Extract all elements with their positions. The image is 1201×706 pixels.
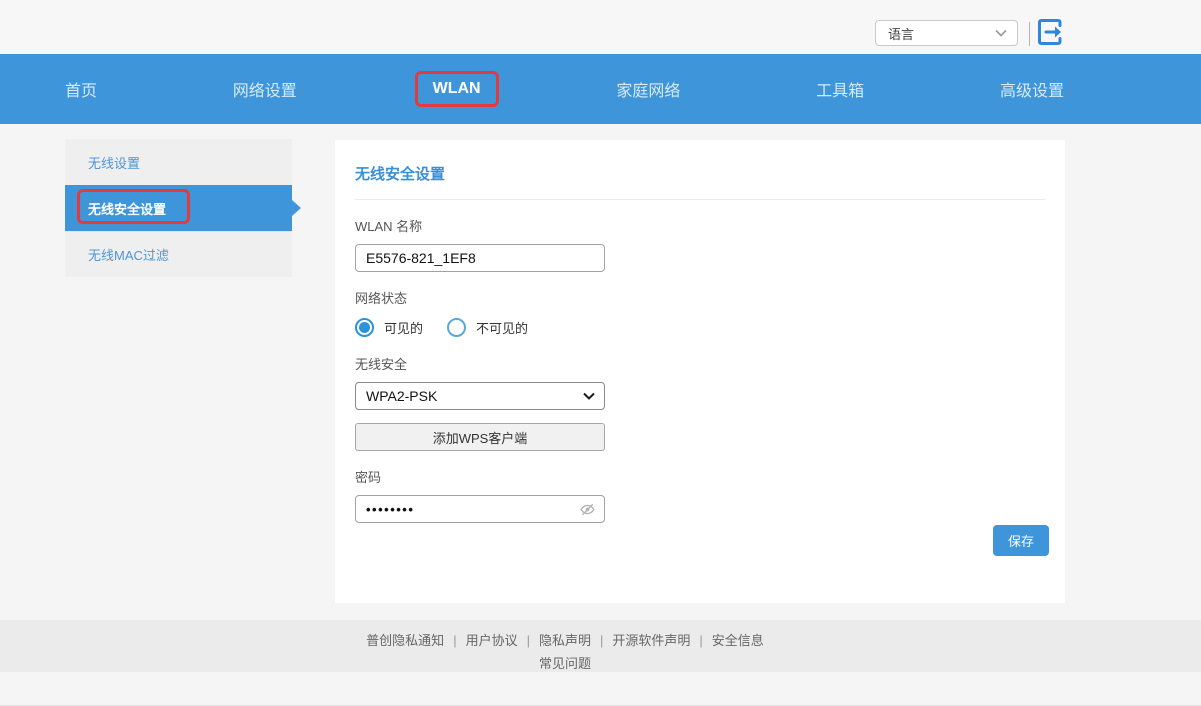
password-label: 密码 (355, 467, 1045, 486)
sidebar-item-label: 无线安全设置 (88, 199, 166, 218)
topbar-divider (1029, 22, 1030, 46)
page-title: 无线安全设置 (355, 163, 1045, 184)
add-wps-client-button[interactable]: 添加WPS客户端 (355, 423, 605, 451)
footer-links: 普创隐私通知 | 用户协议 | 隐私声明 | 开源软件声明 | 安全信息 常见问题 (0, 620, 1130, 672)
language-dropdown-label: 语言 (888, 24, 914, 43)
footer: 普创隐私通知 | 用户协议 | 隐私声明 | 开源软件声明 | 安全信息 常见问题 (0, 620, 1201, 672)
radio-unselected-icon (447, 318, 466, 337)
wireless-security-label: 无线安全 (355, 354, 1045, 373)
footer-separator: | (600, 633, 603, 648)
radio-option-invisible[interactable]: 不可见的 (447, 318, 528, 337)
logout-button[interactable] (1035, 17, 1065, 47)
eye-off-icon[interactable] (579, 501, 596, 518)
footer-separator: | (699, 633, 702, 648)
security-mode-select[interactable]: WPA2-PSK (355, 382, 605, 410)
nav-item-advanced-settings[interactable]: 高级设置 (1000, 77, 1064, 101)
main-nav: 首页 网络设置 WLAN 家庭网络 工具箱 高级设置 (0, 54, 1201, 124)
radio-selected-icon (355, 318, 374, 337)
security-mode-value: WPA2-PSK (366, 388, 437, 404)
wlan-name-input[interactable] (355, 244, 605, 272)
sidebar-item-wireless-settings[interactable]: 无线设置 (65, 139, 292, 185)
footer-link-security-info[interactable]: 安全信息 (712, 633, 764, 648)
radio-option-visible[interactable]: 可见的 (355, 318, 423, 337)
sidebar-item-label: 无线设置 (88, 153, 140, 172)
password-input[interactable]: •••••••• (355, 495, 605, 523)
nav-item-home[interactable]: 首页 (65, 77, 97, 101)
chevron-down-icon (995, 29, 1007, 37)
password-masked-value: •••••••• (366, 502, 414, 517)
footer-link-user-agreement[interactable]: 用户协议 (466, 633, 518, 648)
footer-link-faq[interactable]: 常见问题 (539, 656, 591, 671)
language-dropdown[interactable]: 语言 (875, 20, 1018, 46)
chevron-down-icon (583, 392, 595, 400)
wlan-name-label: WLAN 名称 (355, 216, 1045, 235)
nav-item-home-network[interactable]: 家庭网络 (616, 77, 680, 101)
footer-line2: 常见问题 (0, 653, 1130, 672)
footer-separator: | (453, 633, 456, 648)
sidebar-item-label: 无线MAC过滤 (88, 245, 169, 264)
sidebar-item-wireless-security[interactable]: 无线安全设置 (65, 185, 292, 231)
footer-link-open-source[interactable]: 开源软件声明 (612, 633, 690, 648)
title-divider (355, 199, 1045, 200)
nav-item-wlan-label: WLAN (433, 80, 481, 97)
logout-icon (1035, 17, 1065, 47)
nav-item-wlan[interactable]: WLAN (433, 80, 481, 98)
footer-link-privacy-statement[interactable]: 隐私声明 (539, 633, 591, 648)
topbar: 语言 (0, 0, 1201, 54)
footer-separator: | (527, 633, 530, 648)
footer-link-privacy-notice[interactable]: 普创隐私通知 (366, 633, 444, 648)
radio-invisible-label: 不可见的 (476, 318, 528, 337)
selected-item-arrow (292, 200, 301, 216)
network-status-label: 网络状态 (355, 288, 1045, 307)
sidebar-item-mac-filter[interactable]: 无线MAC过滤 (65, 231, 292, 277)
router-admin-page: 语言 首页 网络设置 WLAN 家庭网络 工具箱 高级设置 (0, 0, 1201, 706)
footer-line1: 普创隐私通知 | 用户协议 | 隐私声明 | 开源软件声明 | 安全信息 (0, 630, 1130, 649)
sidebar: 无线设置 无线安全设置 无线MAC过滤 (65, 139, 292, 277)
nav-item-network-settings[interactable]: 网络设置 (233, 77, 297, 101)
content-panel: 无线安全设置 WLAN 名称 网络状态 可见的 不可见的 无线安全 WPA2-P… (335, 140, 1065, 603)
network-status-radio-group: 可见的 不可见的 (355, 316, 1045, 338)
nav-item-toolbox[interactable]: 工具箱 (816, 77, 864, 101)
save-button[interactable]: 保存 (993, 525, 1049, 556)
radio-visible-label: 可见的 (384, 318, 423, 337)
